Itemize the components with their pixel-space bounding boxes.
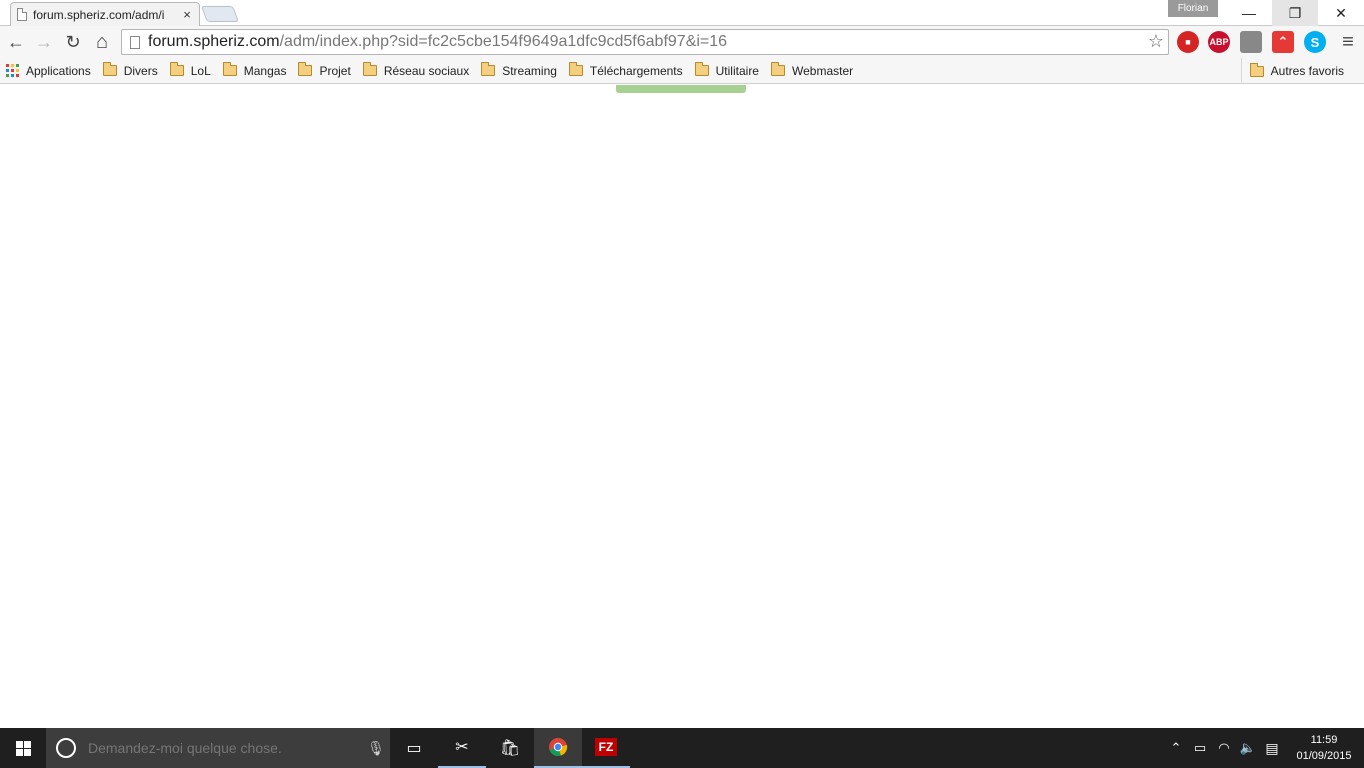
chrome-taskbar-icon[interactable] <box>534 728 582 768</box>
profile-button[interactable]: Florian <box>1168 0 1218 17</box>
clock-time: 11:59 <box>1310 734 1338 746</box>
bookmark-label: Réseau sociaux <box>383 63 470 78</box>
new-tab-button[interactable] <box>201 6 239 22</box>
folder-icon <box>362 62 377 76</box>
forward-button[interactable]: → <box>30 28 58 56</box>
bookmark-label: LoL <box>190 63 211 78</box>
tab-close-icon[interactable]: × <box>181 7 193 22</box>
minimize-button[interactable]: — <box>1226 0 1272 26</box>
title-bar: forum.spheriz.com/adm/i × Florian — ❐ ✕ <box>0 0 1364 26</box>
tab-title: forum.spheriz.com/adm/i <box>33 7 165 22</box>
folder-icon <box>770 62 785 76</box>
clock[interactable]: 11:59 01/09/2015 <box>1284 732 1364 764</box>
bookmark-folder[interactable]: Streaming <box>481 62 557 78</box>
bookmark-folder[interactable]: Utilitaire <box>694 62 759 78</box>
address-bar[interactable]: forum.spheriz.com/adm/index.php?sid=fc2c… <box>121 29 1169 55</box>
adblock-plus-icon[interactable]: ABP <box>1208 31 1230 53</box>
back-button[interactable]: ← <box>2 28 30 56</box>
page-icon <box>130 35 140 49</box>
bookmark-folder[interactable]: Téléchargements <box>568 62 683 78</box>
bookmark-label: Divers <box>123 63 158 78</box>
chrome-logo-icon <box>549 738 568 757</box>
apps-grid-icon <box>6 64 19 77</box>
reload-button[interactable]: ↻ <box>59 28 87 56</box>
snipping-tool-icon[interactable]: ✂ <box>438 728 486 768</box>
red-extension-label: ⌃ <box>1277 34 1289 49</box>
folder-icon <box>298 62 313 76</box>
windows-logo-icon <box>15 740 31 756</box>
battery-icon[interactable]: ▭ <box>1188 740 1212 756</box>
chrome-menu-icon[interactable]: ≡ <box>1334 28 1362 56</box>
url-host: forum.spheriz.com <box>148 33 280 50</box>
home-button[interactable]: ⌂ <box>88 28 116 56</box>
bookmark-folder[interactable]: Webmaster <box>770 62 854 78</box>
bookmark-label: Streaming <box>502 63 557 78</box>
folder-icon <box>694 62 709 76</box>
bookmark-star-icon[interactable]: ☆ <box>1148 31 1164 52</box>
red-extension-icon[interactable]: ⌃ <box>1272 31 1294 53</box>
bookmark-label: Téléchargements <box>589 63 683 78</box>
bookmark-label: Autres favoris <box>1270 64 1344 78</box>
store-icon[interactable]: 🛍 <box>486 728 534 768</box>
bookmark-label: Mangas <box>243 63 287 78</box>
browser-toolbar: ← → ↻ ⌂ forum.spheriz.com/adm/index.php?… <box>0 26 1364 58</box>
bookmark-label: Applications <box>26 63 91 78</box>
page-content <box>0 85 1364 728</box>
skype-icon[interactable]: S <box>1304 31 1326 53</box>
browser-tab[interactable]: forum.spheriz.com/adm/i × <box>10 2 200 26</box>
bookmark-applications[interactable]: Applications <box>6 64 91 78</box>
taskbar: 🎙 ▭ ✂ 🛍 FZ ⌃ ▭ ◠ 🔈 ▤ 11:59 01/09/2015 <box>0 728 1364 768</box>
filezilla-logo-icon: FZ <box>594 738 618 756</box>
stop-extension-label: ■ <box>1185 37 1191 47</box>
folder-icon <box>102 62 117 76</box>
wifi-icon[interactable]: ◠ <box>1212 740 1236 756</box>
clock-date: 01/09/2015 <box>1296 750 1352 762</box>
folder-icon <box>481 62 496 76</box>
bookmark-label: Webmaster <box>791 63 854 78</box>
bookmarks-bar: Applications Divers LoL Mangas Projet Ré… <box>0 58 1364 84</box>
cortana-search-box[interactable]: 🎙 <box>46 728 390 768</box>
folder-icon <box>568 62 583 76</box>
close-window-button[interactable]: ✕ <box>1318 0 1364 26</box>
bookmark-folder[interactable]: Divers <box>102 62 158 78</box>
volume-icon[interactable]: 🔈 <box>1236 740 1260 756</box>
system-tray: ⌃ ▭ ◠ 🔈 ▤ 11:59 01/09/2015 <box>1164 728 1364 768</box>
folder-icon <box>169 62 184 76</box>
microphone-icon[interactable]: 🎙 <box>362 740 390 757</box>
url-path: /adm/index.php?sid=fc2c5cbe154f9649a1dfc… <box>279 33 728 50</box>
green-tab-strip <box>616 85 746 93</box>
bookmark-folder[interactable]: Réseau sociaux <box>362 62 470 78</box>
stop-extension-icon[interactable]: ■ <box>1177 31 1199 53</box>
url-text: forum.spheriz.com/adm/index.php?sid=fc2c… <box>148 33 727 51</box>
folder-icon <box>1249 62 1264 77</box>
restore-button[interactable]: ❐ <box>1272 0 1318 26</box>
filezilla-taskbar-icon[interactable]: FZ <box>582 728 630 768</box>
show-hidden-icons-chevron-icon[interactable]: ⌃ <box>1164 740 1188 756</box>
cortana-icon <box>56 738 76 758</box>
bookmark-folder[interactable]: Mangas <box>222 62 287 78</box>
task-view-icon[interactable]: ▭ <box>390 728 438 768</box>
folder-icon <box>222 62 237 76</box>
start-button[interactable] <box>0 728 46 768</box>
bookmark-folder[interactable]: LoL <box>169 62 211 78</box>
notification-center-icon[interactable]: ▤ <box>1260 740 1284 757</box>
bookmark-label: Utilitaire <box>715 63 759 78</box>
bookmark-folder[interactable]: Projet <box>298 62 351 78</box>
bookmark-other-favorites[interactable]: Autres favoris <box>1240 58 1344 84</box>
page-icon <box>17 8 27 21</box>
adblock-plus-label: ABP <box>1209 37 1229 47</box>
search-input[interactable] <box>88 740 362 756</box>
bookmark-label: Projet <box>319 63 351 78</box>
extension-icon[interactable] <box>1240 31 1262 53</box>
skype-label: S <box>1310 34 1320 50</box>
